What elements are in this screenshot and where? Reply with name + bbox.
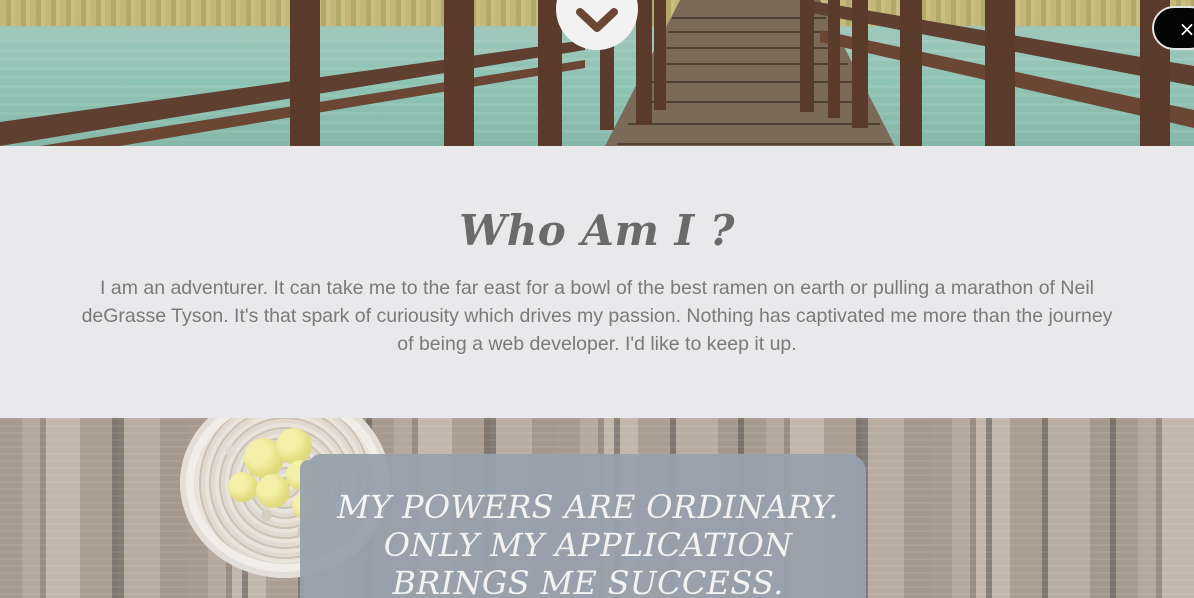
- chevron-down-icon: [576, 8, 618, 32]
- about-title: Who Am I ?: [459, 206, 735, 255]
- quote-card: My powers are ordinary. Only my applicat…: [300, 454, 866, 598]
- quote-section: My powers are ordinary. Only my applicat…: [0, 418, 1194, 598]
- close-button[interactable]: ×: [1152, 6, 1194, 50]
- quote-text: My powers are ordinary. Only my applicat…: [337, 488, 839, 598]
- close-icon: ×: [1178, 17, 1194, 41]
- about-body: I am an adventurer. It can take me to th…: [81, 277, 1113, 355]
- hero-image: [0, 0, 1194, 146]
- about-section: Who Am I ? I am an adventurer. It can ta…: [0, 146, 1194, 418]
